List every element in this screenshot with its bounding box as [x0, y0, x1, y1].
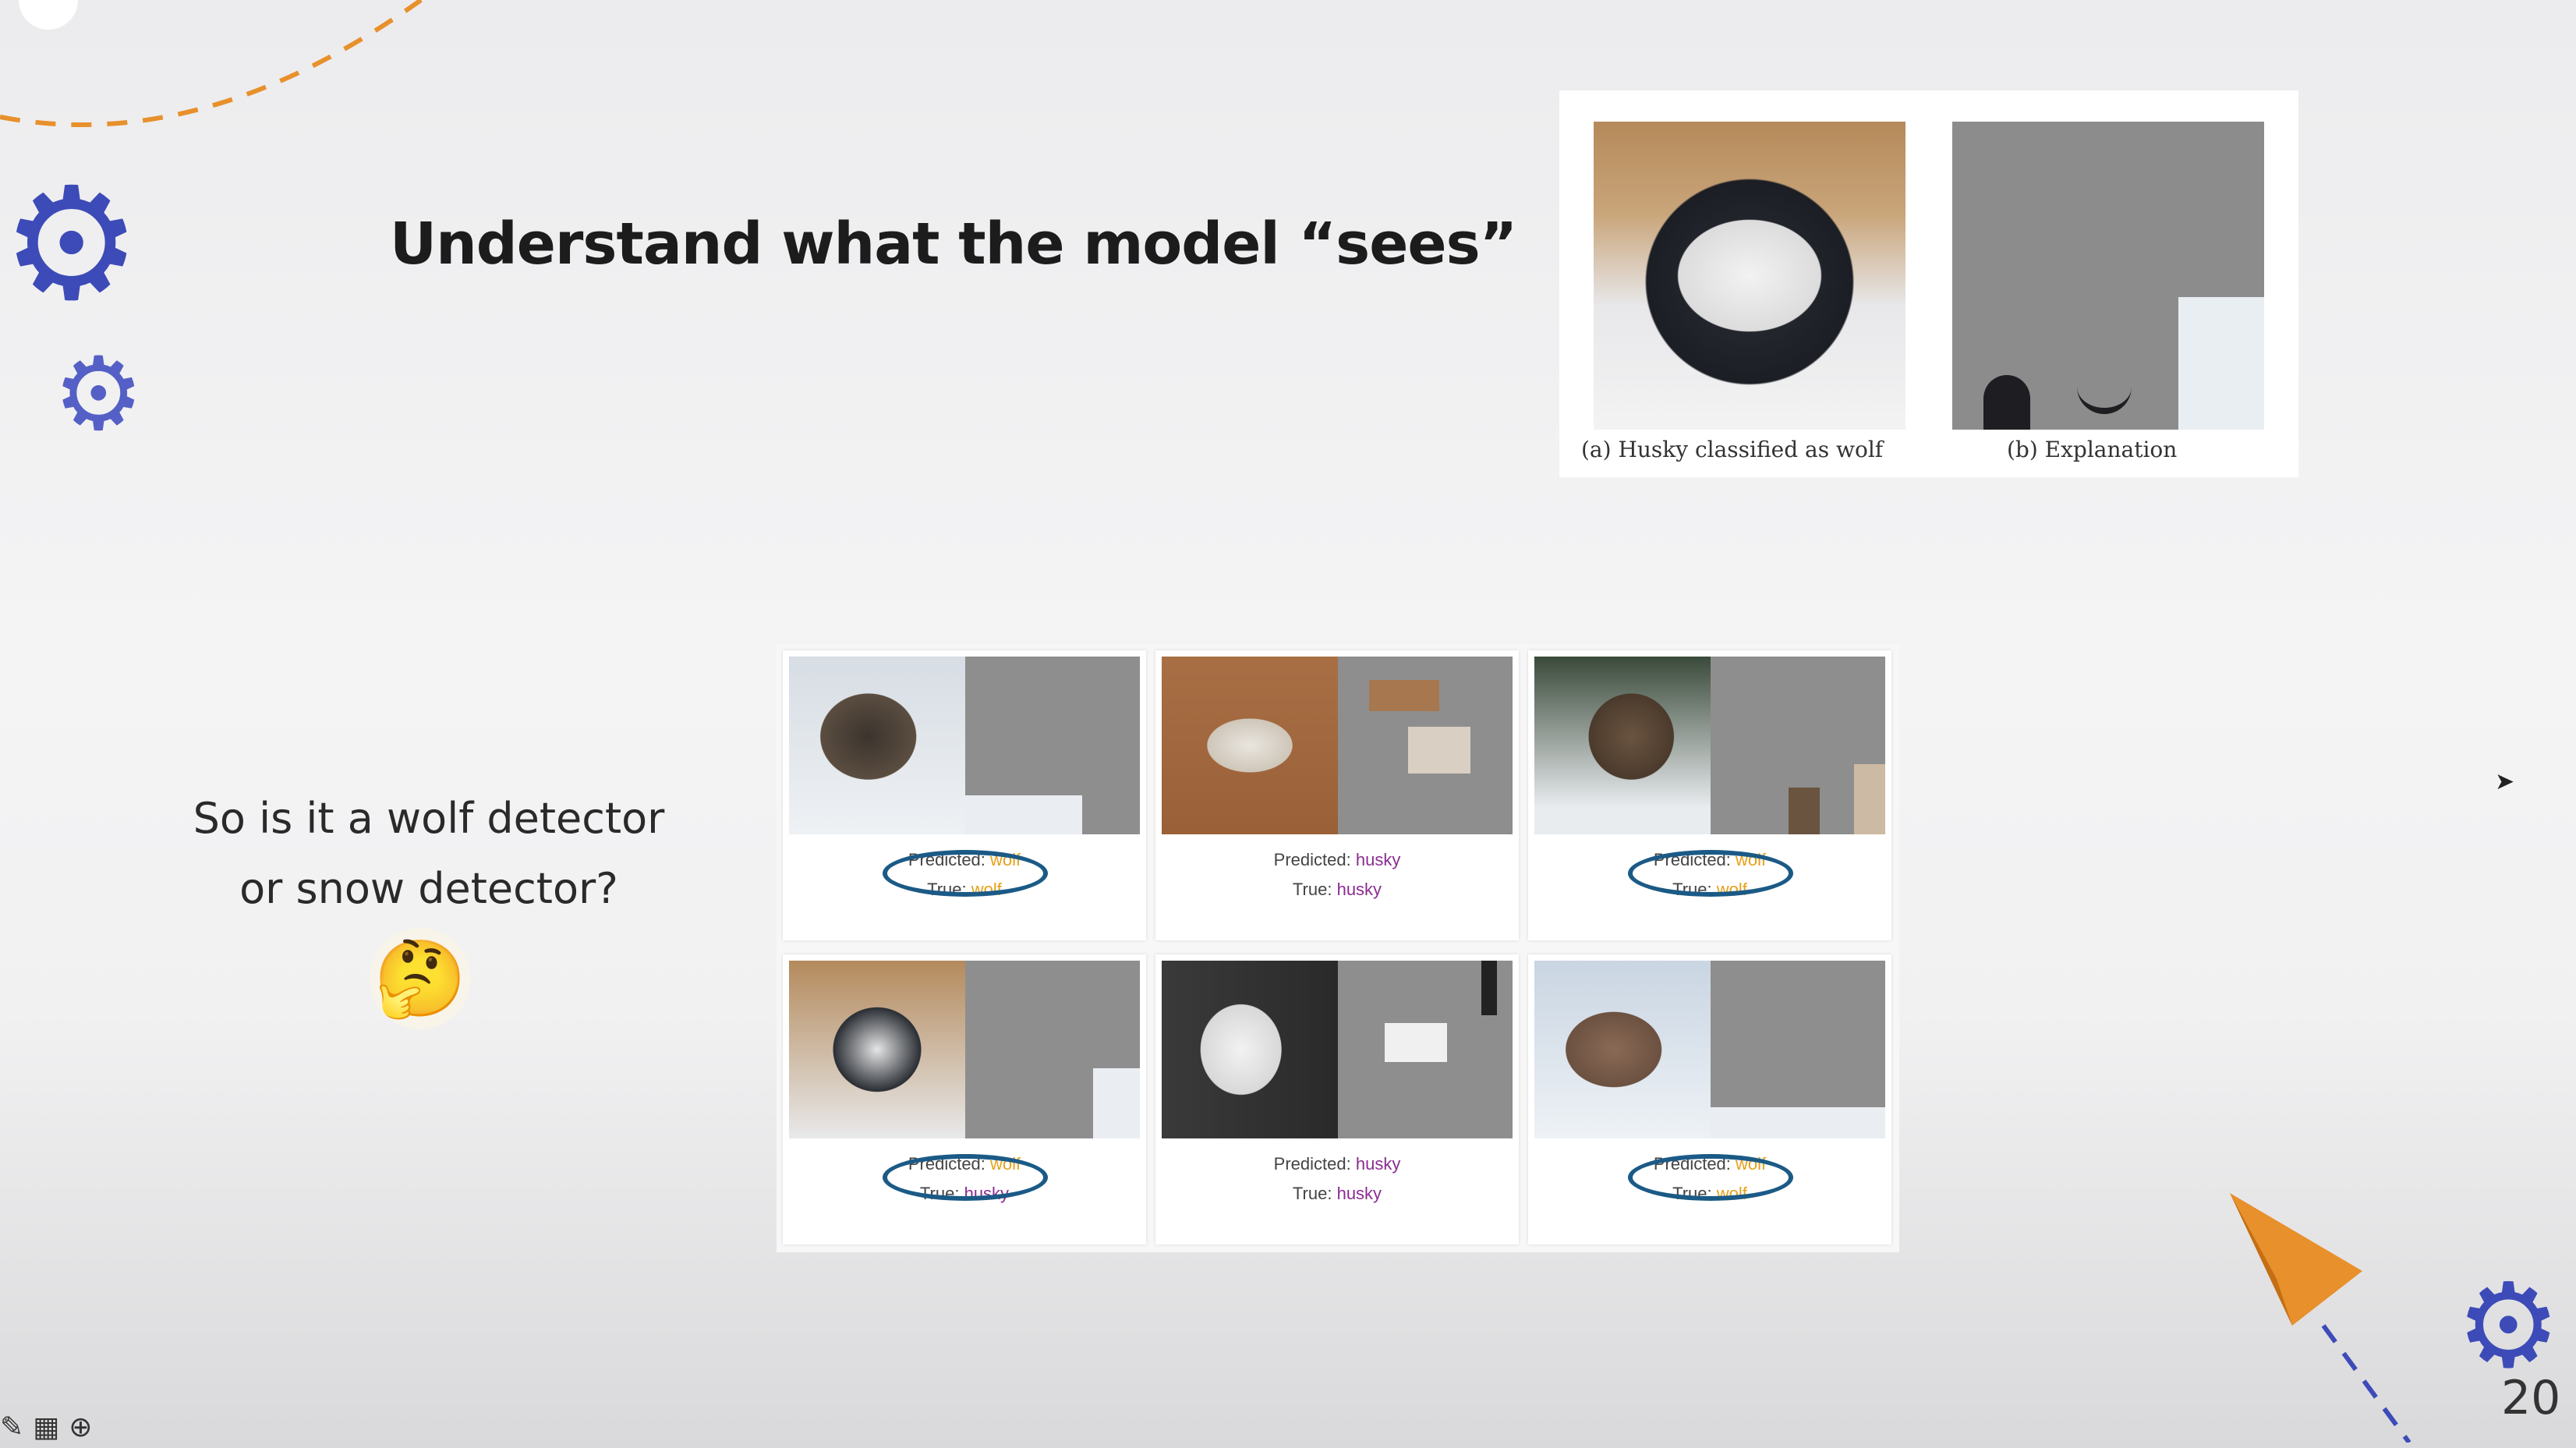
explanation-image — [1711, 961, 1885, 1138]
gear-icon: ⚙ — [2456, 1259, 2561, 1394]
prediction-label: Predicted: husky True: husky — [1273, 850, 1401, 899]
husky-photo — [1162, 961, 1338, 1138]
highlight-circle — [1628, 850, 1793, 897]
grid-cell: Predicted: husky True: husky — [1155, 650, 1519, 940]
husky-photo — [1594, 122, 1905, 430]
pen-icon[interactable]: ✎ — [0, 1411, 33, 1443]
gear-icon: ⚙ — [2, 154, 142, 335]
zoom-icon[interactable]: ⊕ — [69, 1411, 101, 1443]
slide-question: So is it a wolf detector or snow detecto… — [156, 784, 702, 924]
grid-icon[interactable]: ▦ — [33, 1411, 69, 1443]
explanation-image — [965, 961, 1140, 1138]
prediction-grid: Predicted: wolf True: wolf Predicted: hu… — [777, 644, 1899, 1252]
husky-photo — [789, 961, 965, 1138]
gear-icon: ⚙ — [53, 335, 144, 453]
decorative-arc — [0, 0, 423, 127]
grid-cell: Predicted: husky True: husky — [1155, 954, 1519, 1244]
husky-wolf-figure: (a) Husky classified as wolf (b) Explana… — [1559, 90, 2298, 477]
grid-cell: Predicted: wolf True: wolf — [1528, 650, 1891, 940]
slide-title: Understand what the model “sees” — [390, 211, 1517, 278]
caption-b: (b) Explanation — [2007, 437, 2178, 462]
caption-a: (a) Husky classified as wolf — [1581, 437, 1884, 462]
question-line-2: or snow detector? — [239, 864, 618, 913]
page-number: 20 — [2501, 1371, 2561, 1425]
explanation-image — [1338, 961, 1513, 1138]
highlight-circle — [883, 1154, 1048, 1201]
presenter-toolbar[interactable]: ✎▦⊕ — [0, 1411, 101, 1443]
question-line-1: So is it a wolf detector — [193, 794, 665, 843]
explanation-image — [965, 657, 1140, 834]
grid-cell: Predicted: wolf True: husky — [783, 954, 1146, 1244]
grid-cell: Predicted: wolf True: wolf — [783, 650, 1146, 940]
mouse-cursor: ➤ — [2495, 768, 2515, 795]
prediction-label: Predicted: husky True: husky — [1273, 1154, 1401, 1203]
thinking-face-icon: 🤔 — [370, 928, 471, 1029]
highlight-circle — [1628, 1154, 1793, 1201]
paper-plane-icon — [2230, 1193, 2411, 1443]
explanation-image — [1338, 657, 1513, 834]
highlight-circle — [883, 850, 1048, 897]
explanation-image — [1711, 657, 1885, 834]
wolf-photo — [1534, 961, 1711, 1138]
husky-photo — [1162, 657, 1338, 834]
grid-cell: Predicted: wolf True: wolf — [1528, 954, 1891, 1244]
explanation-image — [1952, 122, 2264, 430]
wolf-photo — [789, 657, 965, 834]
wolf-photo — [1534, 657, 1711, 834]
